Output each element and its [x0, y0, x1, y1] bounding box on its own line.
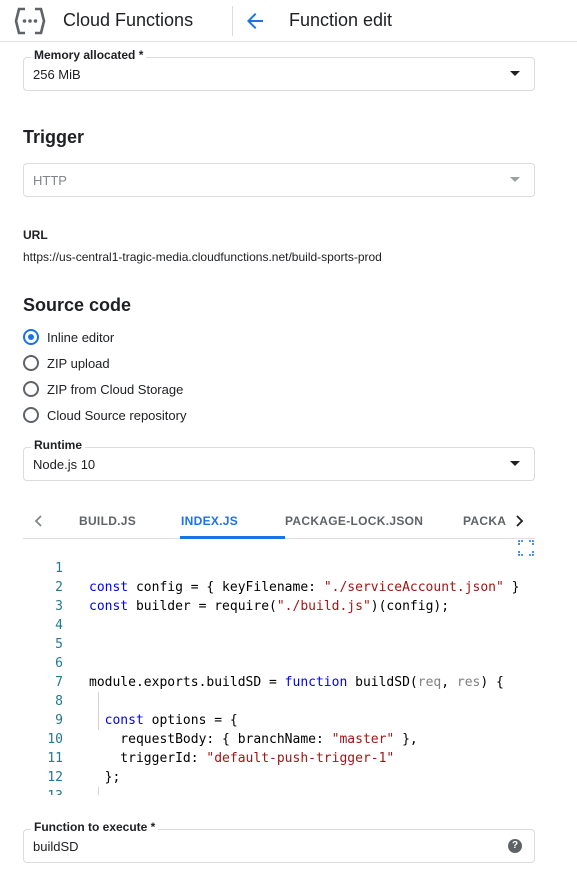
radio-unselected-icon[interactable]	[23, 381, 39, 397]
chevron-right-icon[interactable]	[511, 513, 527, 529]
indent-guide	[98, 692, 99, 730]
code-line: 6 module.exports.buildSD = function buil…	[23, 635, 520, 690]
function-url[interactable]: https://us-central1-tragic-media.cloudfu…	[23, 250, 382, 264]
code-line: 2 const builder = require("./build.js")(…	[23, 559, 520, 614]
radio-label: ZIP upload	[47, 355, 110, 371]
source-code-heading: Source code	[23, 295, 132, 315]
help-icon[interactable]: ?	[508, 839, 522, 853]
radio-zip-upload[interactable]: ZIP upload	[23, 354, 110, 372]
trigger-select: HTTP	[23, 163, 535, 197]
header-divider	[232, 6, 233, 36]
radio-inline-editor[interactable]: Inline editor	[23, 328, 114, 346]
runtime-label: Runtime	[31, 438, 85, 452]
top-app-bar: Cloud Functions Function edit	[0, 0, 577, 42]
code-editor[interactable]: 1 const config = { keyFilename: "./servi…	[23, 540, 520, 795]
dropdown-caret-icon	[510, 461, 520, 466]
radio-label: Inline editor	[47, 329, 115, 345]
function-to-execute-label: Function to execute *	[31, 820, 159, 834]
code-line: 3	[23, 578, 520, 614]
radio-label: Cloud Source repository	[47, 407, 187, 423]
memory-select[interactable]: Memory allocated * 256 MiB	[23, 48, 535, 91]
url-label: URL	[23, 228, 48, 242]
cloud-functions-icon[interactable]	[14, 5, 46, 37]
radio-unselected-icon[interactable]	[23, 355, 39, 371]
code-line: 1 const config = { keyFilename: "./servi…	[23, 540, 520, 595]
radio-selected-icon[interactable]	[23, 329, 39, 345]
code-line: 11 };	[23, 730, 520, 785]
active-tab-indicator	[180, 536, 285, 539]
tab-build-js[interactable]: BUILD.JS	[79, 514, 136, 528]
radio-unselected-icon[interactable]	[23, 407, 39, 423]
page-title: Function edit	[289, 10, 393, 30]
runtime-value: Node.js 10	[33, 457, 96, 472]
function-to-execute-value[interactable]: buildSD	[33, 839, 79, 854]
code-line: 8 const options = {	[23, 673, 520, 728]
trigger-value: HTTP	[33, 173, 67, 188]
dropdown-caret-icon	[510, 71, 520, 76]
file-tabs: BUILD.JS INDEX.JS PACKAGE-LOCK.JSON PACK…	[23, 505, 535, 539]
function-to-execute-field[interactable]: Function to execute * buildSD ?	[23, 820, 535, 863]
chevron-left-icon[interactable]	[31, 513, 47, 529]
indent-guide	[98, 787, 99, 795]
code-line: 12	[23, 749, 520, 785]
code-line: 4	[23, 597, 520, 633]
radio-label: ZIP from Cloud Storage	[47, 381, 184, 397]
memory-label: Memory allocated *	[31, 48, 147, 62]
code-line: 13 builder.runTrigger(options, function(…	[23, 768, 520, 795]
radio-cloud-source-repo[interactable]: Cloud Source repository	[23, 406, 186, 424]
arrow-back-icon[interactable]	[243, 9, 267, 33]
trigger-heading: Trigger	[23, 127, 85, 147]
memory-value: 256 MiB	[33, 67, 81, 82]
dropdown-caret-icon	[510, 177, 520, 182]
tab-index-js[interactable]: INDEX.JS	[181, 514, 238, 528]
code-line: 7	[23, 654, 520, 690]
product-name[interactable]: Cloud Functions	[63, 10, 193, 31]
code-line: 5	[23, 616, 520, 652]
tab-package-lock-json[interactable]: PACKAGE-LOCK.JSON	[285, 514, 423, 528]
tab-package-json[interactable]: PACKA	[463, 514, 506, 528]
radio-zip-cloud-storage[interactable]: ZIP from Cloud Storage	[23, 380, 183, 398]
runtime-select[interactable]: Runtime Node.js 10	[23, 438, 535, 481]
fullscreen-icon[interactable]	[518, 540, 534, 556]
